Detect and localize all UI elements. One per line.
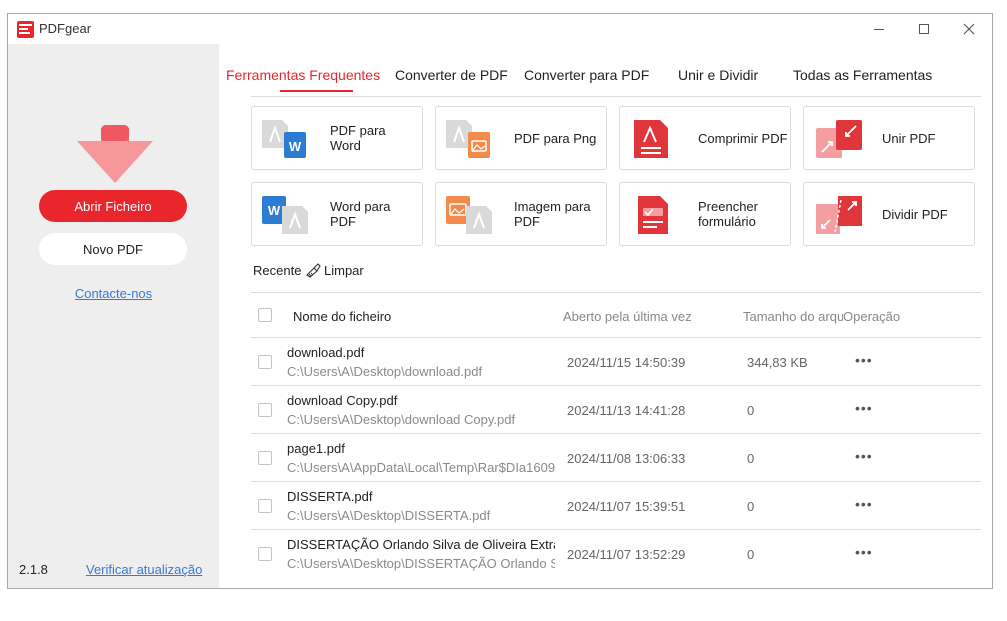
table-row[interactable]: download.pdf C:\Users\A\Desktop\download… [251,338,981,386]
table-row[interactable]: DISSERTAÇÃO Orlando Silva de Oliveira Ex… [251,530,981,578]
file-path: C:\Users\A\Desktop\download.pdf [287,364,483,379]
sidebar: Abrir Ficheiro Novo PDF Contacte-nos 2.1… [8,44,219,588]
tool-pdf-to-word[interactable]: W PDF para Word [251,106,423,170]
file-name: DISSERTA.pdf [287,489,373,504]
maximize-button[interactable] [901,14,947,44]
compress-pdf-icon [634,120,668,158]
file-size: 344,83 KB [747,355,808,370]
row-checkbox[interactable] [258,499,272,513]
file-name: download Copy.pdf [287,393,398,408]
tool-label: Imagem para PDF [514,199,591,229]
tool-label: Preencher formulário [698,199,758,229]
image-to-pdf-icon [446,196,492,234]
minimize-icon [874,28,884,30]
tool-label: Unir PDF [882,130,936,146]
more-options-icon[interactable]: ••• [855,545,875,562]
table-row[interactable]: DISSERTA.pdf C:\Users\A\Desktop\DISSERTA… [251,482,981,530]
app-window: PDFgear Abrir Ficheiro Novo PDF Contacte… [7,13,993,589]
row-checkbox[interactable] [258,547,272,561]
row-checkbox[interactable] [258,451,272,465]
file-path: C:\Users\A\Desktop\DISSERTA.pdf [287,508,491,523]
more-options-icon[interactable]: ••• [855,353,875,370]
file-size: 0 [747,499,755,514]
tool-image-to-pdf[interactable]: Imagem para PDF [435,182,607,246]
title-bar: PDFgear [8,14,992,44]
tool-label: PDF para Png [514,130,597,146]
file-opened-date: 2024/11/07 15:39:51 [567,499,686,514]
tool-compress-pdf[interactable]: Comprimir PDF [619,106,791,170]
table-row[interactable]: page1.pdf C:\Users\A\AppData\Local\Temp\… [251,434,981,482]
tool-pdf-to-png[interactable]: PDF para Png [435,106,607,170]
maximize-icon [919,24,929,34]
tab-frequent-tools[interactable]: Ferramentas Frequentes [226,67,380,83]
pdfgear-logo-icon [17,21,34,38]
more-options-icon[interactable]: ••• [855,449,875,466]
close-icon [963,23,975,35]
clear-recent-button[interactable]: Limpar [324,263,364,278]
tool-label: PDF para Word [330,123,386,153]
split-pdf-icon [816,196,862,234]
row-checkbox[interactable] [258,355,272,369]
file-name: download.pdf [287,345,365,360]
column-header-name[interactable]: Nome do ficheiro [293,309,391,324]
file-opened-date: 2024/11/07 13:52:29 [567,547,686,562]
tool-label: Comprimir PDF [698,130,788,146]
broom-icon[interactable] [305,262,321,278]
file-size: 0 [747,451,755,466]
recent-divider [251,292,981,293]
table-row[interactable]: download Copy.pdf C:\Users\A\Desktop\dow… [251,386,981,434]
file-size: 0 [747,403,755,418]
minimize-button[interactable] [856,14,902,44]
file-size: 0 [747,547,755,562]
pdf-to-png-icon [446,120,490,158]
tab-convert-to-pdf[interactable]: Converter para PDF [524,67,649,83]
new-pdf-button[interactable]: Novo PDF [39,233,187,265]
file-path: C:\Users\A\Desktop\download Copy.pdf [287,412,516,427]
row-checkbox[interactable] [258,403,272,417]
column-header-size[interactable]: Tamanho do arquivo [743,309,843,324]
tool-label: Word para PDF [330,199,391,229]
check-update-link[interactable]: Verificar atualização [86,562,202,577]
svg-text:W: W [268,203,281,218]
more-options-icon[interactable]: ••• [855,401,875,418]
select-all-checkbox[interactable] [258,308,272,322]
tab-merge-split[interactable]: Unir e Dividir [678,67,758,83]
open-file-arrow-icon [77,125,153,183]
file-path: C:\Users\A\AppData\Local\Temp\Rar$DIa160… [287,460,555,475]
column-header-operation: Operação [843,309,901,324]
svg-text:W: W [289,139,302,154]
file-path: C:\Users\A\Desktop\DISSERTAÇÃO Orlando S… [287,556,555,571]
tool-split-pdf[interactable]: Dividir PDF [803,182,975,246]
file-opened-date: 2024/11/08 13:06:33 [567,451,686,466]
pdf-to-word-icon: W [262,120,306,158]
recent-heading: Recente [253,263,302,278]
file-opened-date: 2024/11/15 14:50:39 [567,355,686,370]
tool-label: Dividir PDF [882,206,948,222]
contact-link[interactable]: Contacte-nos [8,286,219,301]
tab-all-tools[interactable]: Todas as Ferramentas [793,67,932,83]
active-tab-indicator [280,90,353,92]
open-file-button[interactable]: Abrir Ficheiro [39,190,187,222]
file-opened-date: 2024/11/13 14:41:28 [567,403,686,418]
tab-convert-from-pdf[interactable]: Converter de PDF [395,67,508,83]
app-title: PDFgear [39,21,92,36]
close-button[interactable] [946,14,992,44]
version-label: 2.1.8 [19,562,48,577]
tool-fill-form[interactable]: Preencher formulário [619,182,791,246]
file-name: DISSERTAÇÃO Orlando Silva de Oliveira Ex… [287,537,555,552]
tool-merge-pdf[interactable]: Unir PDF [803,106,975,170]
fill-form-icon [638,196,668,234]
word-to-pdf-icon: W [262,196,308,234]
merge-pdf-icon [816,120,862,158]
tool-word-to-pdf[interactable]: W Word para PDF [251,182,423,246]
tab-bar: Ferramentas Frequentes Converter de PDF … [219,44,992,94]
more-options-icon[interactable]: ••• [855,497,875,514]
file-name: page1.pdf [287,441,345,456]
column-header-opened[interactable]: Aberto pela última vez [563,309,692,324]
tabs-divider [251,96,981,97]
